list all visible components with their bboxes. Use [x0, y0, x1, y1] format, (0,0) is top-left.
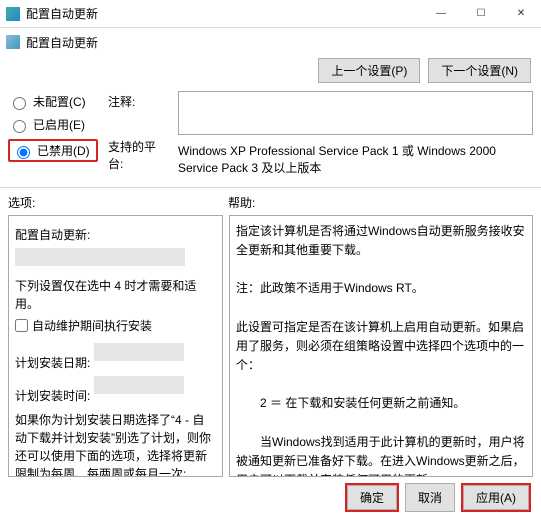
help-p1: 指定该计算机是否将通过Windows自动更新服务接收安全更新和其他重要下载。 — [236, 222, 526, 260]
help-p2: 注：此政策不适用于Windows RT。 — [236, 279, 526, 298]
cancel-button[interactable]: 取消 — [405, 483, 455, 512]
ok-highlight: 确定 — [345, 483, 399, 512]
help-panel[interactable]: 指定该计算机是否将通过Windows自动更新服务接收安全更新和其他重要下载。 注… — [229, 215, 533, 477]
close-button[interactable]: ✕ — [501, 0, 541, 28]
minimize-button[interactable]: — — [421, 0, 461, 28]
dialog-footer: 确定 取消 应用(A) — [0, 477, 541, 518]
opt-maintenance-checkbox[interactable]: 自动维护期间执行安装 — [15, 317, 216, 335]
opt-maintenance-label: 自动维护期间执行安装 — [32, 317, 152, 335]
section-headers: 选项: 帮助: — [0, 194, 541, 211]
opt-sched-time-select[interactable] — [94, 376, 184, 394]
radio-not-configured[interactable]: 未配置(C) — [8, 93, 98, 110]
form-fields: Windows XP Professional Service Pack 1 或… — [178, 91, 533, 177]
help-p3: 此设置可指定是否在该计算机上启用自动更新。如果启用了服务，则必须在组策略设置中选… — [236, 318, 526, 376]
help-label: 帮助: — [228, 194, 533, 211]
window-title: 配置自动更新 — [26, 5, 421, 22]
help-p4: 2 ＝ 在下载和安装任何更新之前通知。 — [236, 394, 526, 413]
radio-not-configured-label: 未配置(C) — [33, 93, 86, 110]
main-split: 配置自动更新: 下列设置仅在选中 4 时才需要和适用。 自动维护期间执行安装 计… — [0, 211, 541, 477]
apply-highlight: 应用(A) — [461, 483, 531, 512]
radio-enabled-input[interactable] — [13, 120, 26, 133]
titlebar: 配置自动更新 — ☐ ✕ — [0, 0, 541, 28]
radio-not-configured-input[interactable] — [13, 97, 26, 110]
opt-note: 下列设置仅在选中 4 时才需要和适用。 — [15, 277, 216, 313]
platform-text: Windows XP Professional Service Pack 1 或… — [178, 139, 533, 177]
app-icon — [6, 7, 20, 21]
state-radios: 未配置(C) 已启用(E) 已禁用(D) — [8, 91, 98, 162]
form-labels: 注释: 支持的平台: — [108, 91, 168, 172]
opt-sched-day-label: 计划安装日期: — [15, 356, 90, 370]
policy-icon — [6, 35, 20, 49]
policy-title: 配置自动更新 — [26, 34, 98, 51]
prev-setting-button[interactable]: 上一个设置(P) — [318, 58, 420, 83]
apply-button[interactable]: 应用(A) — [463, 485, 529, 510]
comment-label: 注释: — [108, 93, 168, 110]
options-panel[interactable]: 配置自动更新: 下列设置仅在选中 4 时才需要和适用。 自动维护期间执行安装 计… — [8, 215, 223, 477]
ok-button[interactable]: 确定 — [347, 485, 397, 510]
opt-long-note: 如果你为计划安装日期选择了“4 - 自动下载并计划安装”别选了计划，则你还可以使… — [15, 411, 216, 477]
platform-label: 支持的平台: — [108, 138, 168, 172]
opt-maintenance-input[interactable] — [15, 319, 28, 332]
help-p5: 当Windows找到适用于此计算机的更新时，用户将被通知更新已准备好下载。在进入… — [236, 433, 526, 477]
nav-row: 上一个设置(P) 下一个设置(N) — [0, 56, 541, 89]
maximize-button[interactable]: ☐ — [461, 0, 501, 28]
radio-disabled-input[interactable] — [17, 146, 30, 159]
opt-heading: 配置自动更新: — [15, 226, 216, 244]
radio-enabled-label: 已启用(E) — [33, 116, 85, 133]
policy-header: 配置自动更新 — [0, 28, 541, 56]
opt-sched-time-label: 计划安装时间: — [15, 389, 90, 403]
options-label: 选项: — [8, 194, 228, 211]
comment-textarea[interactable] — [178, 91, 533, 135]
radio-disabled[interactable]: 已禁用(D) — [12, 142, 90, 159]
window-controls: — ☐ ✕ — [421, 0, 541, 28]
opt-config-select[interactable] — [15, 248, 185, 266]
radio-enabled[interactable]: 已启用(E) — [8, 116, 98, 133]
radio-disabled-label: 已禁用(D) — [37, 142, 90, 159]
opt-sched-day-select[interactable] — [94, 343, 184, 361]
next-setting-button[interactable]: 下一个设置(N) — [428, 58, 531, 83]
radio-disabled-highlight: 已禁用(D) — [8, 139, 98, 162]
config-row: 未配置(C) 已启用(E) 已禁用(D) 注释: 支持的平台: Windows … — [0, 89, 541, 181]
divider — [0, 187, 541, 188]
